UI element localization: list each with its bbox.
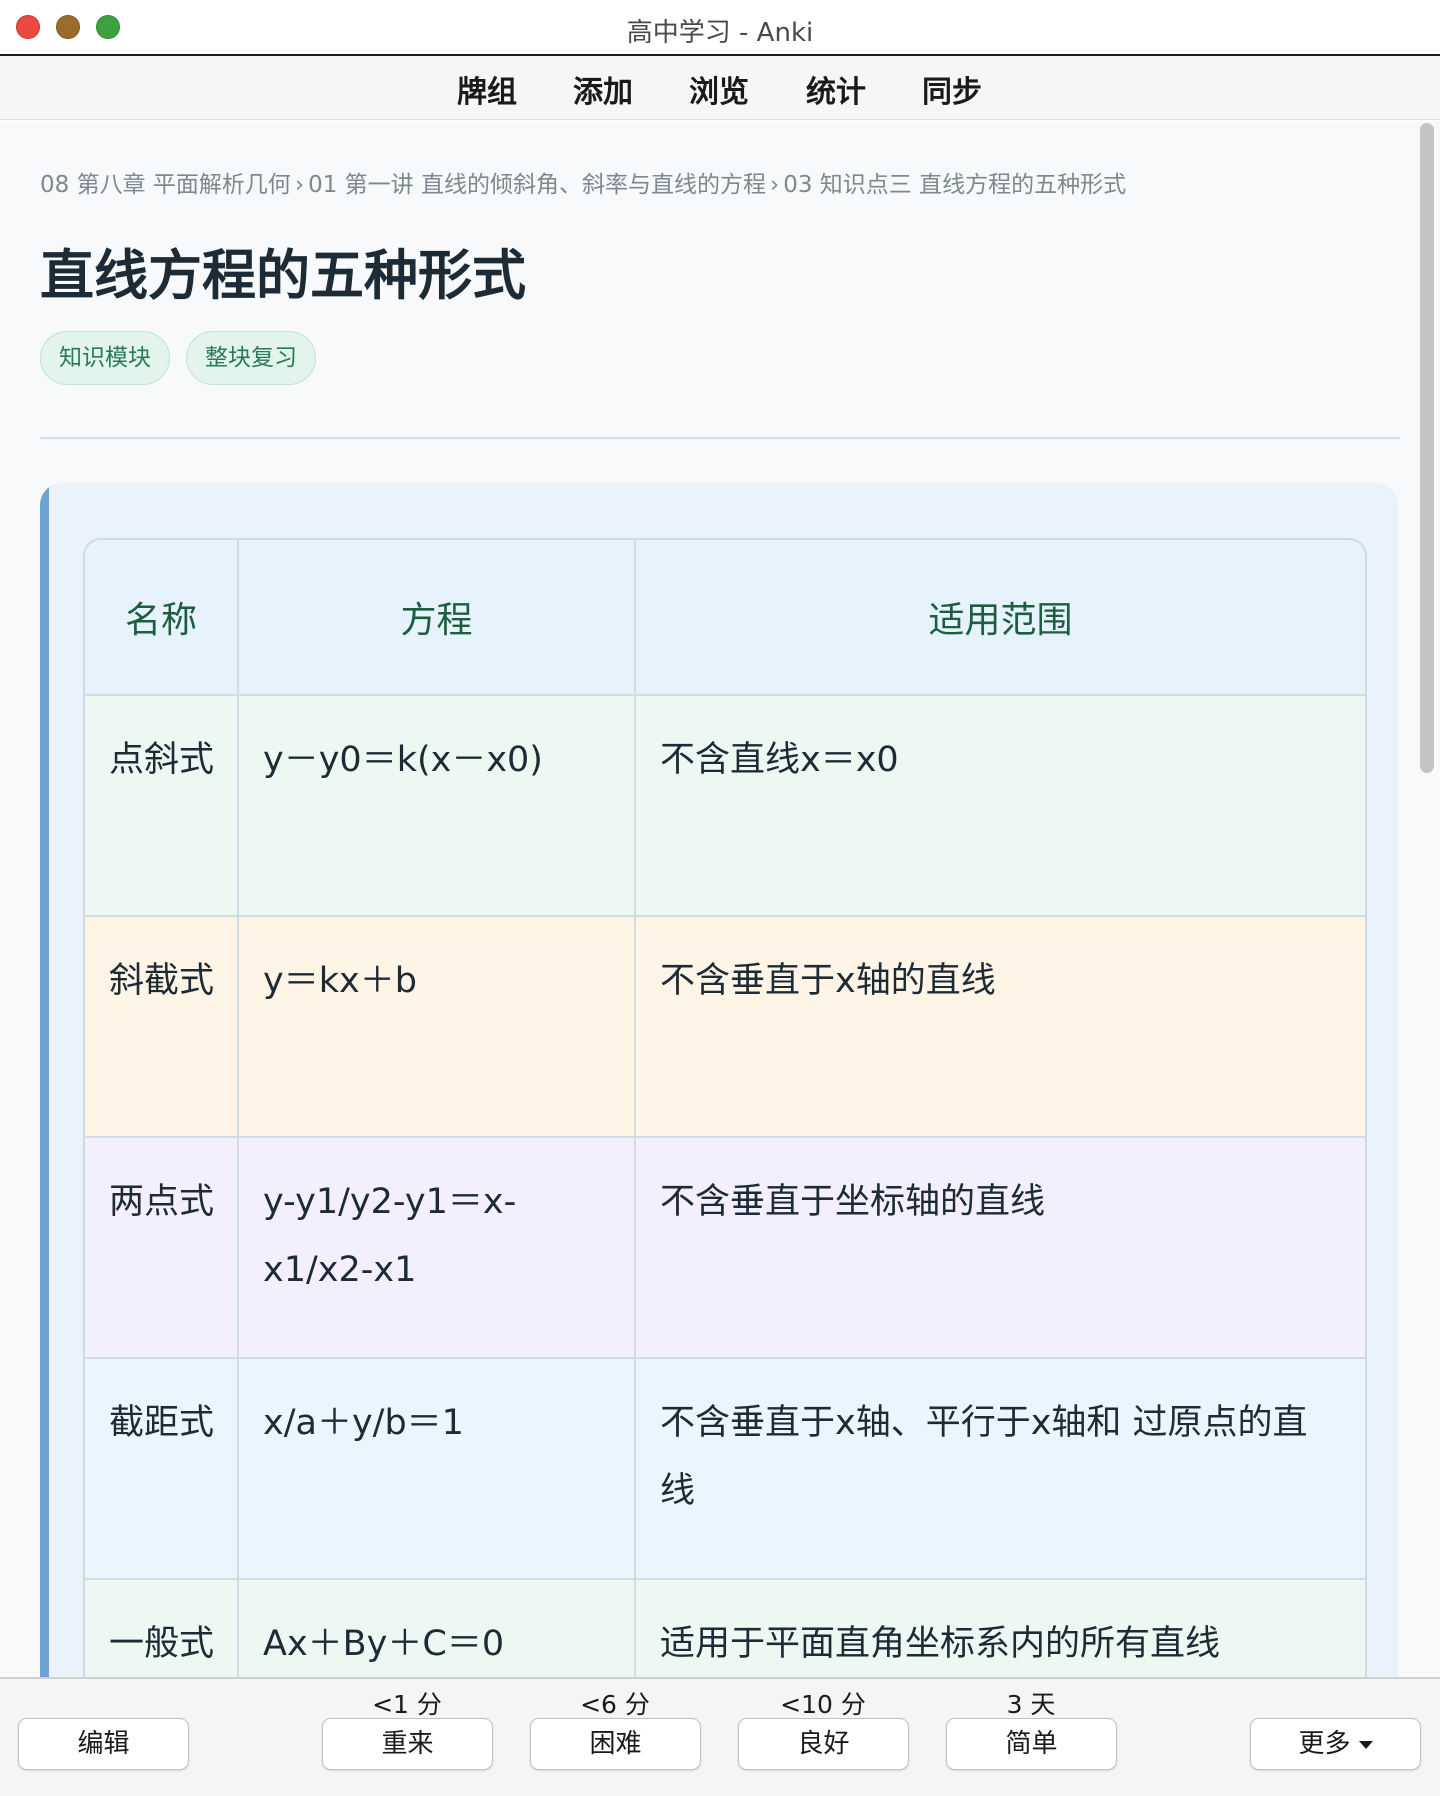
breadcrumb-separator: › [769, 172, 780, 198]
toolbar-sync[interactable]: 同步 [922, 67, 982, 111]
cell-equation: x/a＋y/b＝1 [237, 1357, 636, 1580]
again-interval: <1 分 [372, 1690, 442, 1719]
chevron-down-icon [1358, 1740, 1373, 1749]
answer-bar: 编辑 <1 分 重来 <6 分 困难 <10 分 良好 3 天 简单 更多 [0, 1677, 1440, 1796]
cell-name: 点斜式 [85, 694, 239, 917]
cell-scope: 适用于平面直角坐标系内的所有直线 [634, 1578, 1365, 1677]
toolbar-browse[interactable]: 浏览 [689, 67, 749, 111]
easy-button[interactable]: 简单 [946, 1718, 1117, 1770]
window-title: 高中学习 - Anki [626, 18, 814, 48]
table-header-row: 名称 方程 适用范围 [85, 540, 1365, 696]
card-content: 08 第八章 平面解析几何 › 01 第一讲 直线的倾斜角、斜率与直线的方程 › 03 … [0, 121, 1440, 1677]
tag-knowledge-module: 知识模块 [40, 331, 170, 385]
toolbar-decks[interactable]: 牌组 [457, 67, 517, 111]
breadcrumb-item: 08 第八章 平面解析几何 [40, 172, 291, 198]
cell-name: 截距式 [85, 1357, 239, 1580]
divider [40, 437, 1400, 439]
cell-scope: 不含垂直于x轴的直线 [634, 915, 1365, 1138]
card-title: 直线方程的五种形式 [40, 244, 526, 307]
breadcrumb-item: 03 知识点三 直线方程的五种形式 [783, 172, 1127, 198]
cell-scope: 不含垂直于坐标轴的直线 [634, 1136, 1365, 1359]
toolbar-stats[interactable]: 统计 [806, 67, 866, 111]
column-header-scope: 适用范围 [634, 540, 1365, 696]
window-titlebar: 高中学习 - Anki [0, 0, 1440, 56]
column-header-equation: 方程 [237, 540, 636, 696]
tag-block-review: 整块复习 [186, 331, 316, 385]
table-row: 截距式 x/a＋y/b＝1 不含垂直于x轴、平行于x轴和 过原点的直线 [85, 1357, 1365, 1580]
column-header-name: 名称 [85, 540, 239, 696]
good-interval: <10 分 [780, 1690, 866, 1719]
cell-scope: 不含垂直于x轴、平行于x轴和 过原点的直线 [634, 1357, 1365, 1580]
cell-equation: y－y0＝k(x－x0) [237, 694, 636, 917]
panel-accent-bar [40, 483, 49, 1677]
cell-equation: y＝kx＋b [237, 915, 636, 1138]
table-row: 点斜式 y－y0＝k(x－x0) 不含直线x＝x0 [85, 694, 1365, 917]
hard-interval: <6 分 [580, 1690, 650, 1719]
table-row: 一般式 Ax＋By＋C＝0 适用于平面直角坐标系内的所有直线 [85, 1578, 1365, 1677]
good-button[interactable]: 良好 [738, 1718, 909, 1770]
equation-table: 名称 方程 适用范围 点斜式 y－y0＝k(x－x0) 不含直线x＝x0 斜截式… [83, 538, 1367, 1677]
breadcrumb: 08 第八章 平面解析几何 › 01 第一讲 直线的倾斜角、斜率与直线的方程 › 03 … [40, 165, 1126, 199]
easy-interval: 3 天 [1006, 1690, 1056, 1719]
edit-button[interactable]: 编辑 [18, 1718, 189, 1770]
cell-name: 一般式 [85, 1578, 239, 1677]
breadcrumb-item: 01 第一讲 直线的倾斜角、斜率与直线的方程 [308, 172, 766, 198]
table-row: 两点式 y-y1/y2-y1＝x-x1/x2-x1 不含垂直于坐标轴的直线 [85, 1136, 1365, 1359]
vertical-scrollbar[interactable] [1420, 123, 1434, 773]
more-button-label: 更多 [1298, 1729, 1351, 1759]
cell-equation: Ax＋By＋C＝0 [237, 1578, 636, 1677]
more-button[interactable]: 更多 [1250, 1718, 1421, 1770]
breadcrumb-separator: › [294, 172, 305, 198]
cell-name: 两点式 [85, 1136, 239, 1359]
cell-equation: y-y1/y2-y1＝x-x1/x2-x1 [237, 1136, 636, 1359]
table-row: 斜截式 y＝kx＋b 不含垂直于x轴的直线 [85, 915, 1365, 1138]
content-panel: 名称 方程 适用范围 点斜式 y－y0＝k(x－x0) 不含直线x＝x0 斜截式… [40, 483, 1398, 1677]
cell-name: 斜截式 [85, 915, 239, 1138]
hard-button[interactable]: 困难 [530, 1718, 701, 1770]
cell-scope: 不含直线x＝x0 [634, 694, 1365, 917]
main-toolbar: 牌组 添加 浏览 统计 同步 [0, 56, 1440, 120]
toolbar-add[interactable]: 添加 [573, 67, 633, 111]
again-button[interactable]: 重来 [322, 1718, 493, 1770]
